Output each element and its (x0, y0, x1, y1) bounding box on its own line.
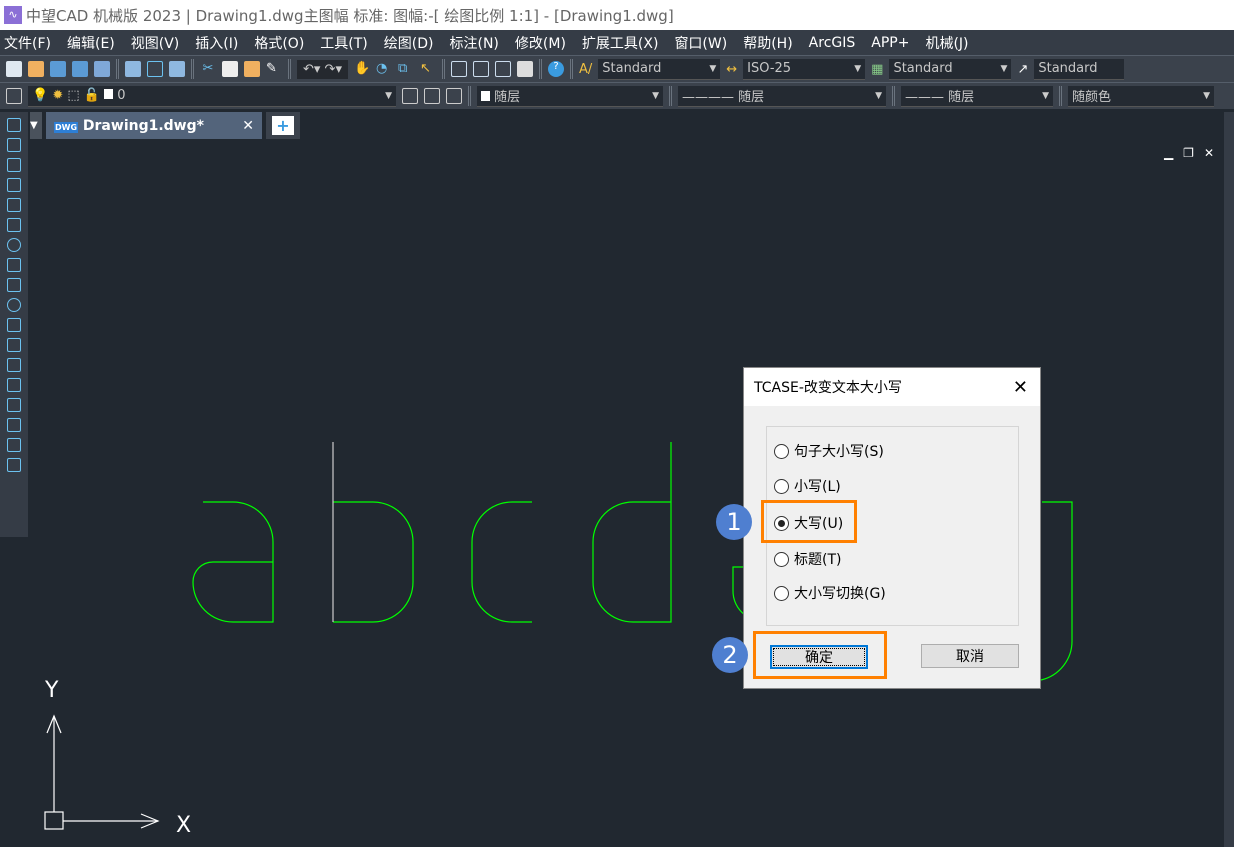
letter-d (592, 442, 672, 623)
dialog-close-icon[interactable]: ✕ (1013, 377, 1028, 398)
drawing-canvas[interactable]: Y X (0, 0, 1234, 847)
dialog-title: TCASE-改变文本大小写 (754, 380, 902, 396)
letter-b (333, 501, 414, 623)
radio-title-case[interactable]: 标题(T) (774, 549, 841, 569)
step-badge-2: 2 (712, 637, 748, 673)
radio-icon (774, 478, 789, 494)
radio-label: 标题(T) (794, 552, 842, 568)
radio-lowercase[interactable]: 小写(L) (774, 476, 841, 496)
radio-icon (774, 551, 789, 567)
cancel-button[interactable]: 取消 (921, 644, 1019, 668)
radio-label: 小写(L) (794, 479, 841, 495)
letter-c (471, 501, 532, 623)
radio-icon (774, 443, 789, 459)
x-axis-label: X (176, 813, 191, 838)
letter-a (192, 501, 274, 623)
letter-g (1040, 501, 1073, 681)
highlight-uppercase (761, 500, 857, 543)
radio-sentence-case[interactable]: 句子大小写(S) (774, 441, 884, 461)
ucs-icon (44, 714, 160, 830)
step-badge-1: 1 (716, 504, 752, 540)
highlight-ok (753, 631, 887, 679)
y-axis-label: Y (44, 678, 59, 703)
radio-label: 大小写切换(G) (794, 586, 886, 602)
radio-toggle-case[interactable]: 大小写切换(G) (774, 583, 886, 603)
radio-label: 句子大小写(S) (794, 444, 884, 460)
radio-icon (774, 585, 789, 601)
